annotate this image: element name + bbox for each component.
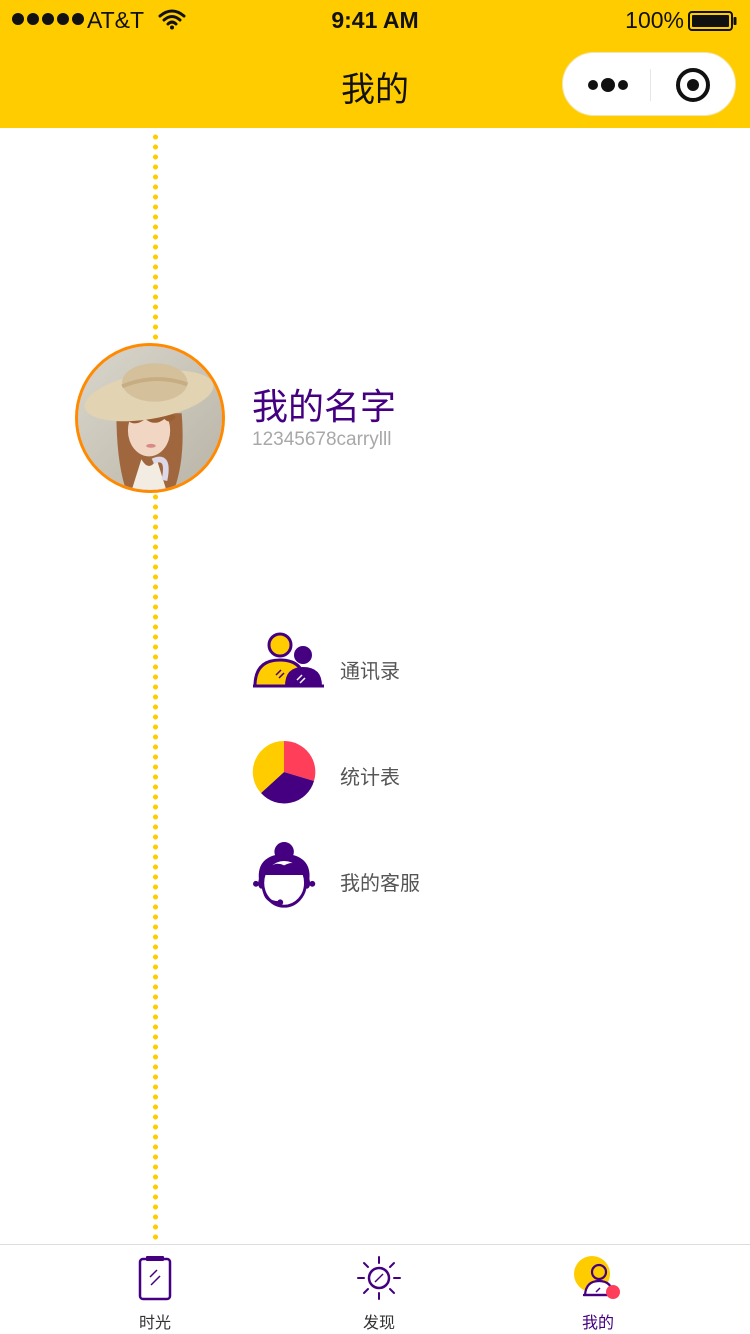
user-id: 12345678carrylll (252, 429, 392, 450)
navigation-bar: 我的 (0, 40, 750, 128)
more-dot-icon (588, 80, 598, 90)
avatar-photo (78, 346, 222, 490)
tab-label: 时光 (138, 1313, 171, 1332)
more-options-button[interactable] (563, 53, 650, 117)
tab-discover[interactable]: 发现 (304, 1245, 454, 1334)
more-dot-icon (601, 78, 615, 92)
target-circle-icon (676, 68, 710, 102)
contacts-icon (253, 632, 324, 688)
menu-item-contacts[interactable]: 通讯录 (252, 630, 512, 710)
battery-percentage: 100% (625, 7, 684, 33)
customer-service-icon (253, 842, 316, 908)
tab-time[interactable]: 时光 (80, 1245, 230, 1334)
menu-item-statistics[interactable]: 统计表 (252, 740, 512, 820)
sun-compass-icon (357, 1256, 401, 1300)
timeline-dotted-line (153, 132, 158, 1240)
avatar[interactable] (75, 343, 225, 493)
menu-item-customer-service[interactable]: 我的客服 (252, 842, 512, 922)
menu-item-label: 通讯录 (340, 659, 400, 683)
battery-icon (688, 11, 737, 31)
user-icon (574, 1256, 620, 1299)
status-bar: AT&T 9:41 AM 100% (0, 0, 750, 40)
tab-label: 发现 (362, 1313, 395, 1332)
close-mini-program-button[interactable] (651, 53, 737, 117)
tab-bar: 时光 发现 我的 (0, 1244, 750, 1334)
app-screen: AT&T 9:41 AM 100% 我的 我的名字 12345678carryl… (0, 0, 750, 1334)
tab-label: 我的 (581, 1313, 614, 1332)
menu-item-label: 统计表 (340, 765, 400, 789)
pie-chart-icon (252, 740, 316, 804)
mini-program-capsule (562, 52, 736, 116)
notebook-icon (138, 1256, 172, 1301)
more-dot-icon (618, 80, 628, 90)
tab-mine[interactable]: 我的 (523, 1245, 673, 1334)
user-name: 我的名字 (252, 387, 397, 428)
menu-item-label: 我的客服 (340, 871, 420, 895)
